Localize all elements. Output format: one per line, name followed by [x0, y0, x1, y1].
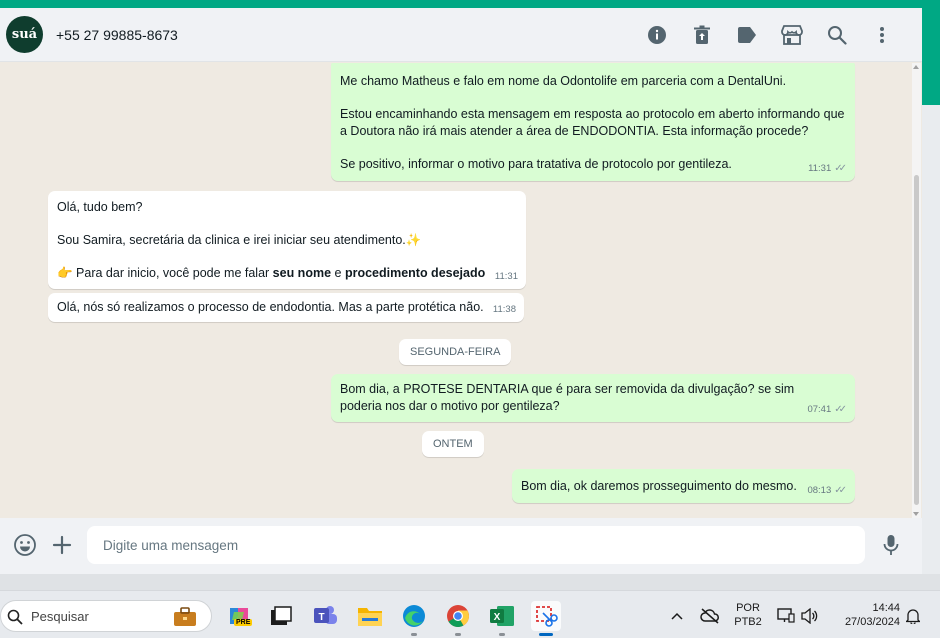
message-meta: 11:38: [493, 302, 516, 319]
windows-taskbar: Pesquisar PRE T X POR PTB2 14:44 27/03/2…: [0, 590, 940, 638]
notification-bell-icon[interactable]: [902, 601, 924, 631]
attach-plus-icon[interactable]: [49, 532, 75, 558]
message-text-line: 👉 Para dar inicio, você pode me falar se…: [57, 265, 486, 280]
copilot-badge: PRE: [234, 619, 253, 626]
running-indicator: [499, 633, 505, 636]
task-view-icon[interactable]: [266, 601, 296, 631]
more-icon[interactable]: [859, 22, 904, 48]
day-separator: ONTEM: [422, 431, 484, 457]
label-icon[interactable]: [724, 22, 769, 48]
chat-header: suá +55 27 99885-8673: [0, 8, 922, 62]
scroll-down-icon[interactable]: [913, 512, 919, 516]
day-separator: SEGUNDA-FEIRA: [399, 339, 512, 365]
svg-text:X: X: [494, 612, 501, 623]
message-time: 07:41: [807, 403, 832, 415]
search-icon[interactable]: [814, 22, 859, 48]
read-ticks-icon: ✓✓: [834, 484, 847, 496]
running-indicator: [455, 633, 461, 636]
input-language[interactable]: POR PTB2: [733, 601, 763, 629]
message-meta: 08:13 ✓✓: [807, 483, 847, 500]
taskbar-search-label: Pesquisar: [31, 609, 89, 624]
snipping-tool-icon[interactable]: [531, 601, 561, 636]
input-language-top: POR: [736, 602, 760, 614]
volume-icon[interactable]: [798, 601, 822, 631]
emoji-icon[interactable]: [12, 532, 38, 558]
teams-icon[interactable]: T: [310, 601, 340, 631]
display-icon[interactable]: [774, 601, 798, 631]
search-icon: [7, 609, 23, 625]
message-input[interactable]: [87, 526, 865, 564]
chat-scrollbar[interactable]: [912, 63, 921, 518]
info-icon[interactable]: [634, 22, 679, 48]
svg-text:T: T: [318, 612, 324, 623]
sparkle-icon: ✨: [405, 233, 422, 247]
message-incoming[interactable]: Olá, tudo bem? Sou Samira, secretária da…: [48, 191, 526, 289]
message-list[interactable]: Me chamo Matheus e falo em nome da Odont…: [0, 63, 922, 518]
message-text: Olá, tudo bem? Sou Samira, secretária da…: [57, 200, 422, 247]
window-right-accent: [922, 8, 940, 105]
chrome-icon[interactable]: [443, 601, 473, 636]
contact-avatar[interactable]: suá: [6, 16, 43, 53]
message-text: Olá, nós só realizamos o processo de end…: [57, 300, 484, 314]
clock[interactable]: 14:44 27/03/2024: [832, 601, 900, 629]
window-top-accent: [0, 0, 940, 8]
clock-time: 14:44: [872, 602, 900, 614]
active-indicator: [539, 633, 553, 636]
message-incoming[interactable]: Olá, nós só realizamos o processo de end…: [48, 293, 524, 322]
message-meta: 11:31 ✓✓: [808, 161, 847, 178]
taskbar-search[interactable]: Pesquisar: [0, 600, 212, 632]
contact-name[interactable]: +55 27 99885-8673: [56, 27, 178, 43]
message-time: 11:31: [808, 162, 832, 174]
running-indicator: [411, 633, 417, 636]
read-ticks-icon: ✓✓: [834, 162, 847, 174]
message-meta: 11:31: [495, 269, 518, 286]
message-meta: 07:41 ✓✓: [807, 402, 847, 419]
window-bottom-gap: [0, 574, 940, 590]
delete-icon[interactable]: [679, 22, 724, 48]
message-composer: [0, 518, 922, 574]
scrollbar-thumb[interactable]: [914, 175, 919, 505]
microphone-icon[interactable]: [878, 532, 904, 558]
whatsapp-window: suá +55 27 99885-8673 Me chamo Matheus e…: [0, 8, 922, 574]
input-language-bottom: PTB2: [734, 616, 762, 628]
file-explorer-icon[interactable]: [355, 601, 385, 631]
message-outgoing[interactable]: Bom dia, ok daremos prosseguimento do me…: [512, 469, 855, 503]
read-ticks-icon: ✓✓: [834, 403, 847, 415]
message-text: Me chamo Matheus e falo em nome da Odont…: [340, 74, 845, 171]
message-text: Bom dia, a PROTESE DENTARIA que é para s…: [340, 382, 798, 413]
scroll-up-icon[interactable]: [913, 65, 919, 69]
message-outgoing[interactable]: Bom dia, a PROTESE DENTARIA que é para s…: [331, 374, 855, 422]
copilot-icon[interactable]: PRE: [224, 601, 254, 631]
excel-icon[interactable]: X: [487, 601, 517, 636]
message-outgoing[interactable]: Me chamo Matheus e falo em nome da Odont…: [331, 63, 855, 181]
clock-date: 27/03/2024: [844, 616, 900, 628]
tray-overflow-chevron-icon[interactable]: [663, 601, 691, 631]
message-text: Bom dia, ok daremos prosseguimento do me…: [521, 479, 797, 493]
briefcase-icon: [174, 607, 196, 626]
store-icon[interactable]: [769, 22, 814, 48]
cloud-offline-icon[interactable]: [696, 601, 724, 631]
edge-icon[interactable]: [399, 601, 429, 636]
message-time: 08:13: [807, 484, 832, 496]
message-time: 11:31: [494, 270, 518, 282]
message-time: 11:38: [492, 303, 516, 315]
